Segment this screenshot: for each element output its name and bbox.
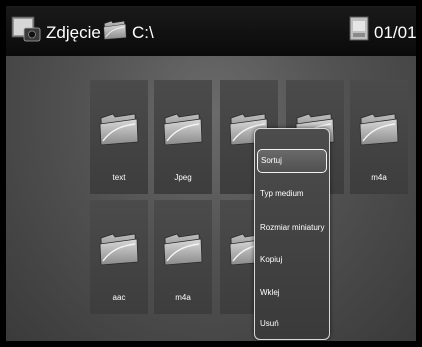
menu-item-sort[interactable]: Sortuj (257, 149, 327, 173)
menu-item-media-type[interactable]: Typ medium (257, 182, 327, 206)
grid-item-label: Jpeg (174, 173, 192, 182)
menu-item-copy[interactable]: Kopiuj (257, 248, 327, 272)
photo-camera-icon (10, 14, 42, 44)
grid-item-label: m4a (371, 173, 387, 182)
grid-item-label: m4a (175, 293, 191, 302)
page-counter: 01/01 (374, 23, 417, 42)
folder-icon (99, 112, 139, 146)
grid-item[interactable]: text (90, 80, 148, 194)
grid-item[interactable]: Jpeg (154, 80, 212, 194)
folder-icon (163, 232, 203, 266)
folder-icon (163, 112, 203, 146)
page-icon (348, 16, 370, 42)
media-browser-screen: Zdjęcie C:\ 01/01 text Jpeg m4a aac m4a … (0, 0, 422, 347)
folder-icon (359, 112, 399, 146)
grid-item[interactable]: m4a (350, 80, 408, 194)
section-title: Zdjęcie (46, 23, 101, 42)
grid-item[interactable]: aac (90, 200, 148, 314)
file-grid: text Jpeg m4a aac m4a (6, 56, 416, 341)
menu-item-thumbnail-size[interactable]: Rozmiar miniatury (257, 216, 327, 240)
folder-icon (99, 232, 139, 266)
context-menu: Sortuj Typ medium Rozmiar miniatury Kopi… (254, 128, 330, 340)
grid-item-label: text (112, 173, 126, 182)
grid-item-label: aac (112, 293, 126, 302)
top-bar: Zdjęcie C:\ 01/01 (6, 6, 417, 56)
grid-item[interactable]: m4a (154, 200, 212, 314)
menu-item-paste[interactable]: Wklej (257, 281, 327, 305)
menu-item-delete[interactable]: Usuń (257, 312, 327, 336)
current-path: C:\ (132, 23, 154, 42)
folder-icon (102, 20, 128, 40)
